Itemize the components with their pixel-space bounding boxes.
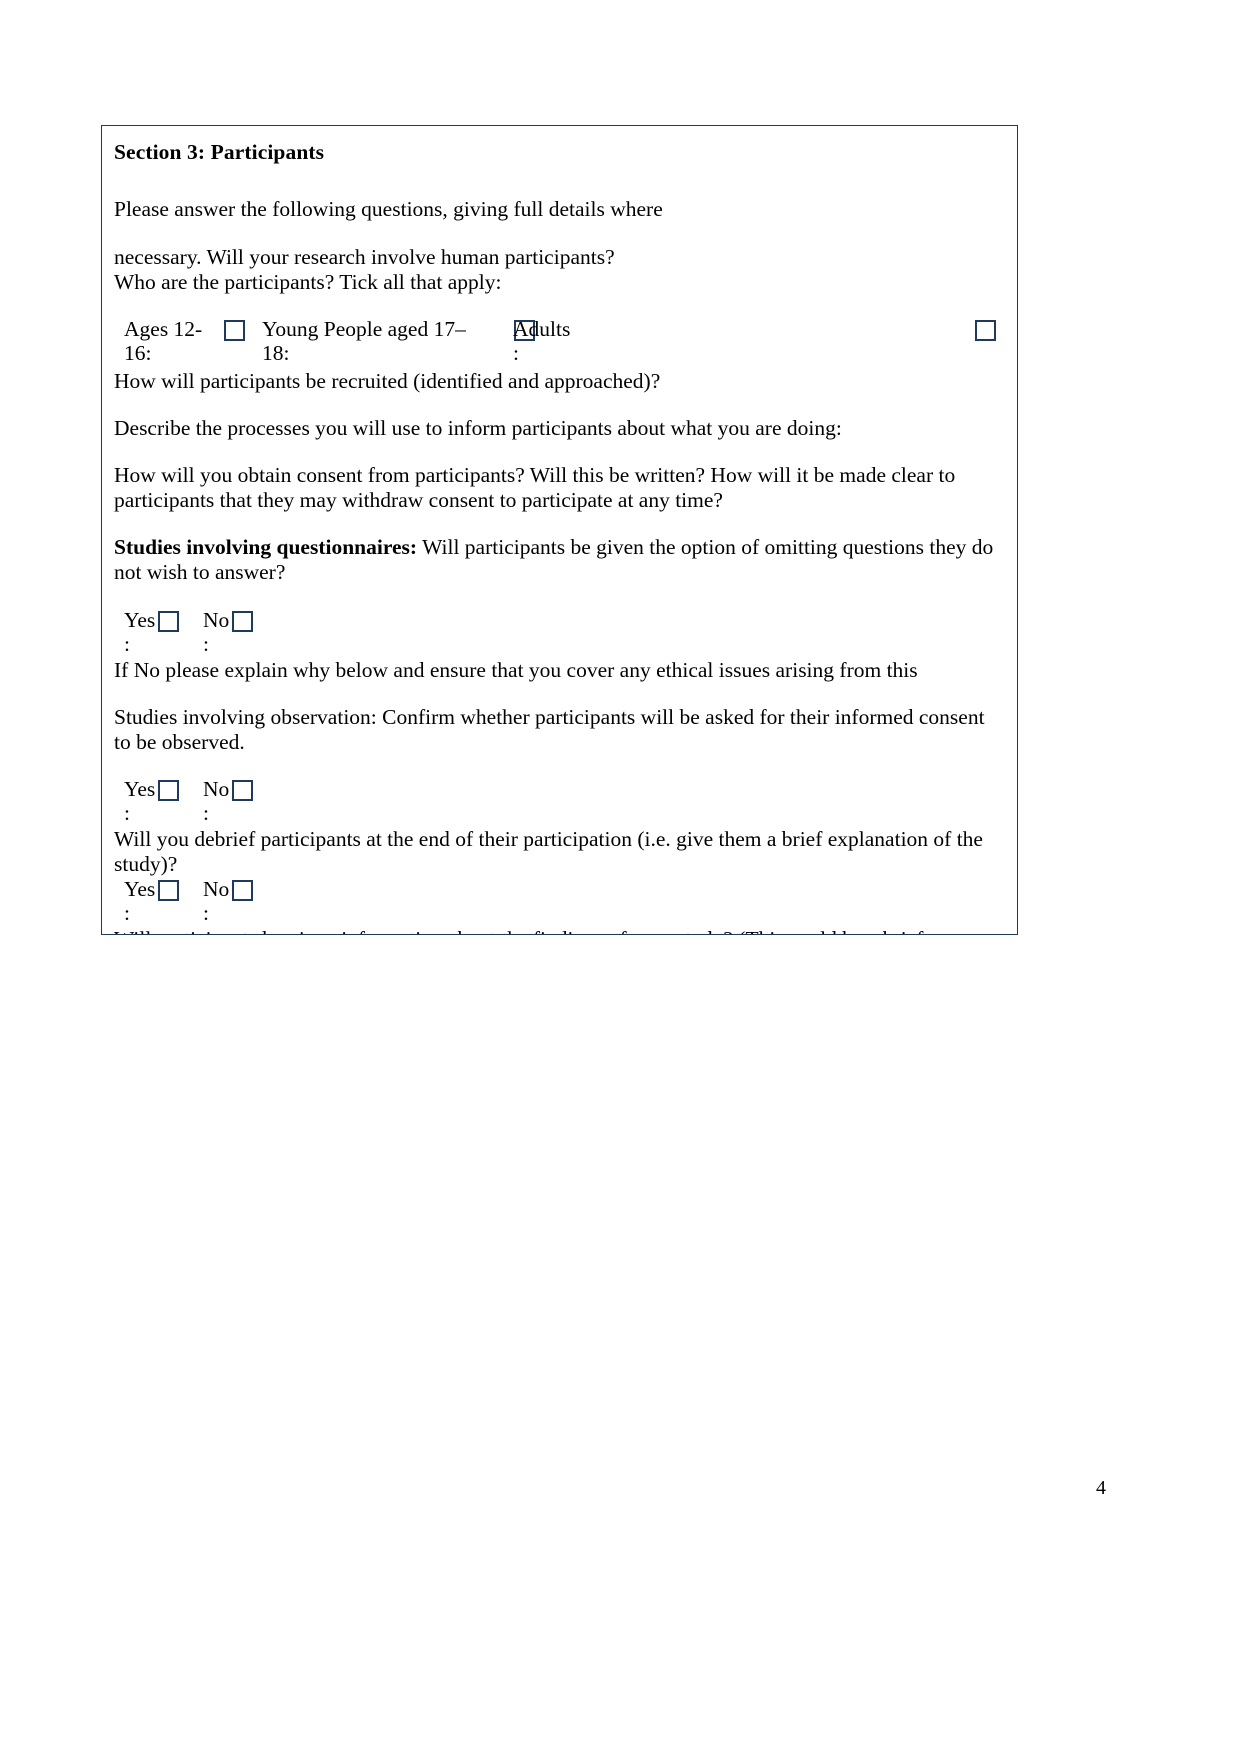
intro-line-2: necessary. Will your research involve hu… xyxy=(114,244,615,269)
yes-option: Yes : xyxy=(124,607,179,656)
checkbox-icon xyxy=(224,319,245,341)
checkbox-icon xyxy=(158,780,179,802)
participants-form-box: Section 3: Participants Please answer th… xyxy=(101,125,1018,935)
yes-colon: : xyxy=(124,631,130,656)
checkbox-icon xyxy=(232,610,253,632)
intro-line-1: Please answer the following questions, g… xyxy=(114,197,663,222)
page-title: Section 3: Participants xyxy=(114,140,325,164)
participant-group-label-line1: Ages 12- xyxy=(124,316,203,341)
no-option: No : xyxy=(203,877,253,926)
no-colon: : xyxy=(203,631,209,656)
checkbox-icon xyxy=(158,880,179,902)
participant-group-young-people-17-18: Young People aged 17– 18: xyxy=(262,316,535,365)
no-label: No xyxy=(203,607,230,632)
question-consent: How will you obtain consent from partici… xyxy=(114,463,956,513)
yes-colon: : xyxy=(124,801,130,826)
participant-group-label-line1: Young People aged 17– xyxy=(262,316,466,341)
checkbox-yes-observation[interactable] xyxy=(158,779,179,803)
question-findings: Will participants be given information a… xyxy=(114,927,1005,934)
no-colon: : xyxy=(203,901,209,926)
yes-label: Yes xyxy=(124,607,156,632)
page-number: 4 xyxy=(1096,1477,1106,1499)
participant-group-label-line2: 16: xyxy=(124,340,152,365)
yes-option: Yes : xyxy=(124,777,179,826)
yes-no-row-questionnaires: Yes : No : xyxy=(114,608,1005,658)
question-questionnaires-heading: Studies involving questionnaires: xyxy=(114,535,418,560)
checkbox-no-observation[interactable] xyxy=(232,779,253,803)
no-label: No xyxy=(203,877,230,902)
question-questionnaires: Studies involving questionnaires: Will p… xyxy=(114,535,1005,585)
question-observation: Studies involving observation: Confirm w… xyxy=(114,704,985,754)
participant-group-adults: Adults : xyxy=(513,316,996,365)
yes-label: Yes xyxy=(124,877,156,902)
yes-no-row-debrief: Yes : No : xyxy=(114,877,1005,927)
checkbox-yes-debrief[interactable] xyxy=(158,879,179,903)
no-label: No xyxy=(203,777,230,802)
yes-colon: : xyxy=(124,901,130,926)
participant-group-checkbox-row: Ages 12- 16: Young People aged 17– 18: A… xyxy=(114,317,1005,369)
checkbox-adults[interactable] xyxy=(975,319,996,343)
participant-group-ages-12-16: Ages 12- 16: xyxy=(124,316,245,365)
no-option: No : xyxy=(203,607,253,656)
checkbox-yes-questionnaires[interactable] xyxy=(158,610,179,634)
document-page: Section 3: Participants Please answer th… xyxy=(0,0,1241,1754)
checkbox-icon xyxy=(232,780,253,802)
participant-group-label-line1: Adults xyxy=(513,316,571,341)
checkbox-ages-12-16[interactable] xyxy=(224,319,245,343)
yes-no-row-observation: Yes : No : xyxy=(114,777,1005,827)
question-inform-participants: Describe the processes you will use to i… xyxy=(114,415,842,440)
participant-group-label-line2: 18: xyxy=(262,340,290,365)
no-option: No : xyxy=(203,777,253,826)
no-colon: : xyxy=(203,801,209,826)
question-debrief: Will you debrief participants at the end… xyxy=(114,827,983,877)
participant-group-label-line2: : xyxy=(513,340,519,365)
question-recruitment: How will participants be recruited (iden… xyxy=(114,368,661,393)
checkbox-icon xyxy=(158,610,179,632)
yes-option: Yes : xyxy=(124,877,179,926)
checkbox-no-questionnaires[interactable] xyxy=(232,610,253,634)
checkbox-no-debrief[interactable] xyxy=(232,879,253,903)
question-if-no-explain: If No please explain why below and ensur… xyxy=(114,657,918,682)
checkbox-icon xyxy=(232,880,253,902)
checkbox-icon xyxy=(975,319,996,341)
tick-all-prompt: Who are the participants? Tick all that … xyxy=(114,269,502,294)
yes-label: Yes xyxy=(124,777,156,802)
